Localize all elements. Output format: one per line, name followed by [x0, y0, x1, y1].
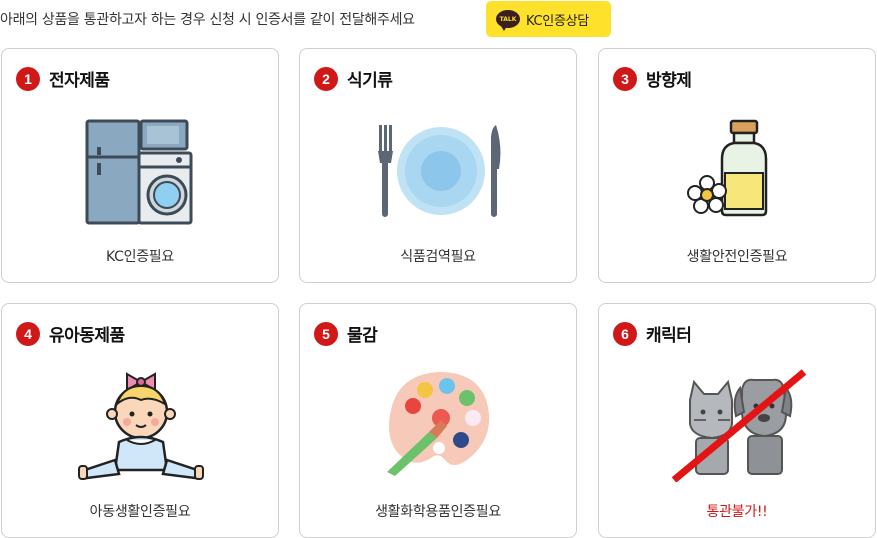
character-figures-icon	[671, 369, 807, 482]
baby-icon	[78, 372, 204, 480]
card-characters: 6 캐릭터 통관불가!!	[598, 303, 876, 538]
card-title: 캐릭터	[646, 326, 692, 346]
card-caption-warning: 통관불가!!	[706, 504, 768, 520]
notice-bar: 아래의 상품을 통관하고자 하는 경우 신청 시 인증서를 같이 전달해주세요	[0, 0, 415, 38]
card-caption: 생활안전인증필요	[686, 249, 788, 265]
kakao-talk-icon: TALK	[496, 10, 520, 31]
card-tableware: 2 식기류 식품검역필요	[299, 48, 577, 283]
card-title: 식기류	[347, 71, 393, 91]
card-title: 물감	[347, 326, 378, 346]
card-number-badge: 5	[314, 321, 338, 346]
card-caption: 생활화학용품인증필요	[375, 504, 501, 520]
appliances-icon	[85, 119, 193, 225]
card-number-badge: 2	[314, 66, 338, 91]
card-title: 방향제	[646, 71, 692, 91]
card-caption: 식품검역필요	[400, 249, 476, 265]
card-baby-products: 4 유아동제품 아동생활인증필요	[1, 303, 279, 538]
card-number-badge: 6	[613, 321, 637, 346]
card-number-badge: 1	[16, 66, 40, 91]
notice-text: 아래의 상품을 통관하고자 하는 경우 신청 시 인증서를 같이 전달해주세요	[0, 12, 415, 28]
card-number-badge: 3	[613, 66, 637, 91]
card-electronics: 1 전자제품 KC인증필요	[1, 48, 279, 283]
paint-palette-icon	[387, 372, 490, 476]
kakao-consult-button[interactable]: TALK KC인증상담	[486, 1, 611, 37]
card-caption: 아동생활인증필요	[89, 504, 191, 520]
card-title: 유아동제품	[49, 326, 125, 346]
card-title: 전자제품	[49, 71, 110, 91]
air-freshener-icon	[687, 119, 768, 217]
card-caption: KC인증필요	[106, 249, 174, 265]
card-paint: 5 물감 생활화학용품인증필요	[299, 303, 577, 538]
tableware-icon	[378, 125, 501, 217]
card-number-badge: 4	[16, 321, 40, 346]
card-air-freshener: 3 방향제 생활안전인증필요	[598, 48, 876, 283]
kakao-consult-label: KC인증상담	[526, 13, 589, 29]
